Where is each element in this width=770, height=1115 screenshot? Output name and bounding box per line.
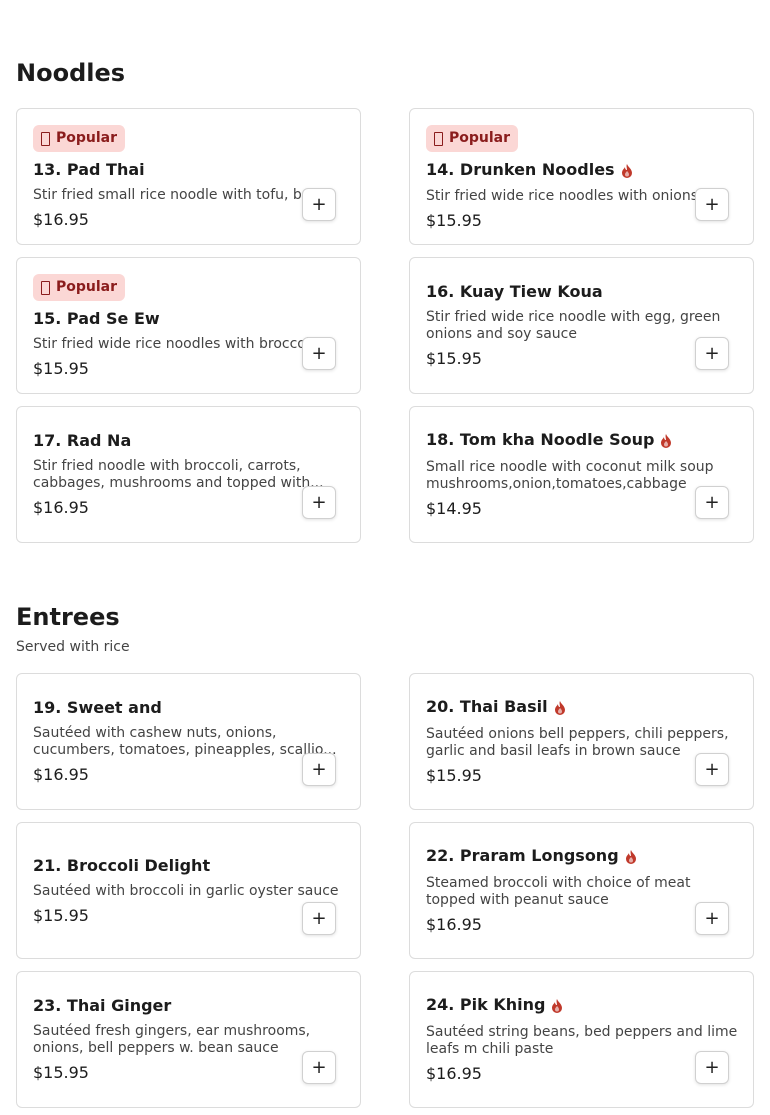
menu-item-price: $15.95 [33, 906, 89, 925]
add-to-cart-button[interactable]: + [302, 337, 336, 370]
menu-item-price: $16.95 [33, 765, 89, 784]
add-to-cart-button[interactable]: + [695, 753, 729, 786]
add-to-cart-button[interactable]: + [695, 1051, 729, 1084]
section-noodles: Noodles [16, 58, 754, 88]
section-title: Noodles [16, 59, 126, 87]
menu-item-description: Sautéed string beans, bed peppers and li… [426, 1024, 738, 1057]
add-to-cart-button[interactable]: + [695, 486, 729, 519]
badge-label: Popular [449, 130, 511, 146]
menu-item-name: 16. Kuay Tiew Koua [426, 282, 603, 301]
menu-item-price: $15.95 [33, 1063, 89, 1082]
add-to-cart-button[interactable]: + [302, 486, 336, 519]
menu-item-description: Stir fried noodle with broccoli, carrots… [33, 458, 324, 491]
menu-item-name: 15. Pad Se Ew [33, 309, 160, 328]
add-to-cart-button[interactable]: + [302, 1051, 336, 1084]
menu-item-card[interactable]: 16. Kuay Tiew Koua Stir fried wide rice … [409, 257, 754, 394]
spicy-icon [621, 163, 632, 178]
menu-item-price: $15.95 [33, 359, 89, 378]
menu-item-price: $15.95 [426, 349, 482, 368]
popular-badge: Popular [33, 274, 126, 301]
popular-icon [434, 131, 443, 146]
menu-item-description: Sautéed fresh gingers, ear mushrooms, on… [33, 1023, 311, 1056]
menu-item-price: $15.95 [426, 766, 482, 785]
add-to-cart-button[interactable]: + [695, 902, 729, 935]
menu-item-card[interactable]: 21. Broccoli Delight Sautéed with brocco… [16, 822, 361, 959]
menu-item-description: Small rice noodle with coconut milk soup… [426, 459, 714, 492]
menu-item-card[interactable]: 24. Pik Khing Sautéed string beans, bed … [409, 971, 754, 1108]
badge-label: Popular [56, 130, 118, 146]
menu-item-price: $16.95 [426, 915, 482, 934]
add-to-cart-button[interactable]: + [695, 337, 729, 370]
menu-item-name: 21. Broccoli Delight [33, 856, 211, 875]
menu-item-card[interactable]: 19. Sweet and Sautéed with cashew nuts, … [16, 673, 361, 810]
add-to-cart-button[interactable]: + [302, 188, 336, 221]
menu-item-card[interactable]: 17. Rad Na Stir fried noodle with brocco… [16, 406, 361, 543]
menu-item-card[interactable]: 22. Praram Longsong Steamed broccoli wit… [409, 822, 754, 959]
section-title: Entrees [16, 603, 120, 631]
popular-icon [41, 280, 50, 295]
menu-item-description: Stir fried wide rice noodles with brocco… [33, 336, 327, 352]
menu-item-name: 18. Tom kha Noodle Soup [426, 429, 737, 451]
menu-item-description: Stir fried wide rice noodle with egg, gr… [426, 309, 721, 342]
spicy-icon [552, 998, 563, 1013]
add-to-cart-button[interactable]: + [302, 902, 336, 935]
menu-item-price: $16.95 [426, 1064, 482, 1083]
add-to-cart-button[interactable]: + [695, 188, 729, 221]
spicy-icon [625, 849, 636, 864]
section-entrees: Entrees Served with rice [16, 602, 754, 656]
menu-item-name: 24. Pik Khing [426, 994, 737, 1016]
section-subtitle: Served with rice [16, 639, 130, 655]
menu-item-card[interactable]: Popular 15. Pad Se Ew Stir fried wide ri… [16, 257, 361, 394]
menu-item-card[interactable]: 18. Tom kha Noodle Soup Small rice noodl… [409, 406, 754, 543]
menu-item-name: 14. Drunken Noodles [426, 159, 737, 181]
menu-item-card[interactable]: 20. Thai Basil Sautéed onions bell peppe… [409, 673, 754, 810]
menu-item-card[interactable]: Popular 14. Drunken Noodles Stir fried w… [409, 108, 754, 245]
menu-item-card[interactable]: 23. Thai Ginger Sautéed fresh gingers, e… [16, 971, 361, 1108]
popular-badge: Popular [33, 125, 126, 152]
menu-item-name: 13. Pad Thai [33, 160, 145, 179]
menu-item-description: Sautéed with cashew nuts, onions, cucumb… [33, 725, 337, 758]
badge-label: Popular [56, 279, 118, 295]
menu-item-name: 20. Thai Basil [426, 696, 737, 718]
menu-item-name: 19. Sweet and [33, 698, 162, 717]
menu-item-description: Stir fried small rice noodle with tofu, … [33, 187, 316, 203]
menu-item-description: Stir fried wide rice noodles with onions… [426, 188, 712, 204]
menu-item-price: $14.95 [426, 499, 482, 518]
menu-item-name: 17. Rad Na [33, 431, 132, 450]
menu-item-description: Sautéed onions bell peppers, chili peppe… [426, 726, 729, 759]
popular-icon [41, 131, 50, 146]
menu-item-description: Sautéed with broccoli in garlic oyster s… [33, 883, 339, 899]
add-to-cart-button[interactable]: + [302, 753, 336, 786]
menu-item-description: Steamed broccoli with choice of meat top… [426, 875, 691, 908]
menu-item-name: 22. Praram Longsong [426, 845, 737, 867]
menu-item-name: 23. Thai Ginger [33, 996, 172, 1015]
menu-item-price: $16.95 [33, 498, 89, 517]
menu-item-card[interactable]: Popular 13. Pad Thai Stir fried small ri… [16, 108, 361, 245]
spicy-icon [554, 700, 565, 715]
popular-badge: Popular [426, 125, 519, 152]
spicy-icon [661, 433, 672, 448]
menu-item-price: $15.95 [426, 211, 482, 230]
menu-item-price: $16.95 [33, 210, 89, 229]
